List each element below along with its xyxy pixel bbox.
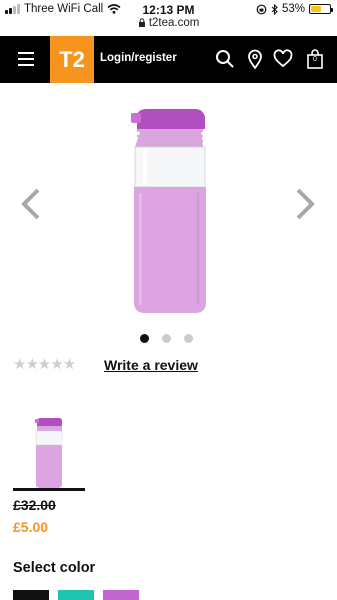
bluetooth-icon: [271, 3, 278, 15]
chevron-left-icon[interactable]: [18, 186, 44, 222]
bag-count: 0: [313, 56, 317, 63]
color-swatch-teal[interactable]: [58, 590, 94, 600]
site-logo[interactable]: T2: [50, 36, 94, 83]
search-icon[interactable]: [215, 49, 235, 69]
thumbnail-selected-indicator: [13, 488, 85, 491]
carousel-dot[interactable]: [140, 334, 149, 343]
shopping-bag-icon[interactable]: 0: [305, 49, 325, 69]
menu-icon[interactable]: [18, 52, 34, 66]
lock-icon: [138, 18, 145, 27]
sale-price: £5.00: [13, 519, 49, 535]
status-bar: Three WiFi Call 12:13 PM 53% t2tea.com: [0, 0, 337, 29]
site-header: T2 Login/register 0: [0, 36, 337, 83]
product-image: [131, 109, 206, 313]
color-swatch-black[interactable]: [13, 590, 49, 600]
location-pin-icon[interactable]: [245, 49, 265, 69]
url-text: t2tea.com: [148, 17, 200, 29]
original-price: £32.00: [13, 497, 56, 513]
star-rating: ★★★★★: [13, 356, 76, 373]
login-register-link[interactable]: Login/register: [100, 52, 177, 64]
product-thumbnail[interactable]: [13, 405, 85, 490]
carousel-dot[interactable]: [162, 334, 171, 343]
status-indicators: 53%: [256, 3, 333, 15]
battery-percent: 53%: [281, 3, 305, 15]
select-color-label: Select color: [13, 560, 96, 576]
write-review-link[interactable]: Write a review: [104, 357, 198, 373]
color-swatch-purple[interactable]: [103, 590, 139, 600]
heart-icon[interactable]: [273, 49, 293, 69]
thumbnail-image: [35, 418, 63, 488]
battery-icon: [309, 4, 333, 14]
url-bar[interactable]: t2tea.com: [0, 17, 337, 29]
product-gallery[interactable]: [0, 83, 337, 323]
carousel-dot[interactable]: [184, 334, 193, 343]
orientation-lock-icon: [256, 4, 267, 14]
carousel-dots: [140, 334, 193, 343]
chevron-right-icon[interactable]: [292, 186, 318, 222]
